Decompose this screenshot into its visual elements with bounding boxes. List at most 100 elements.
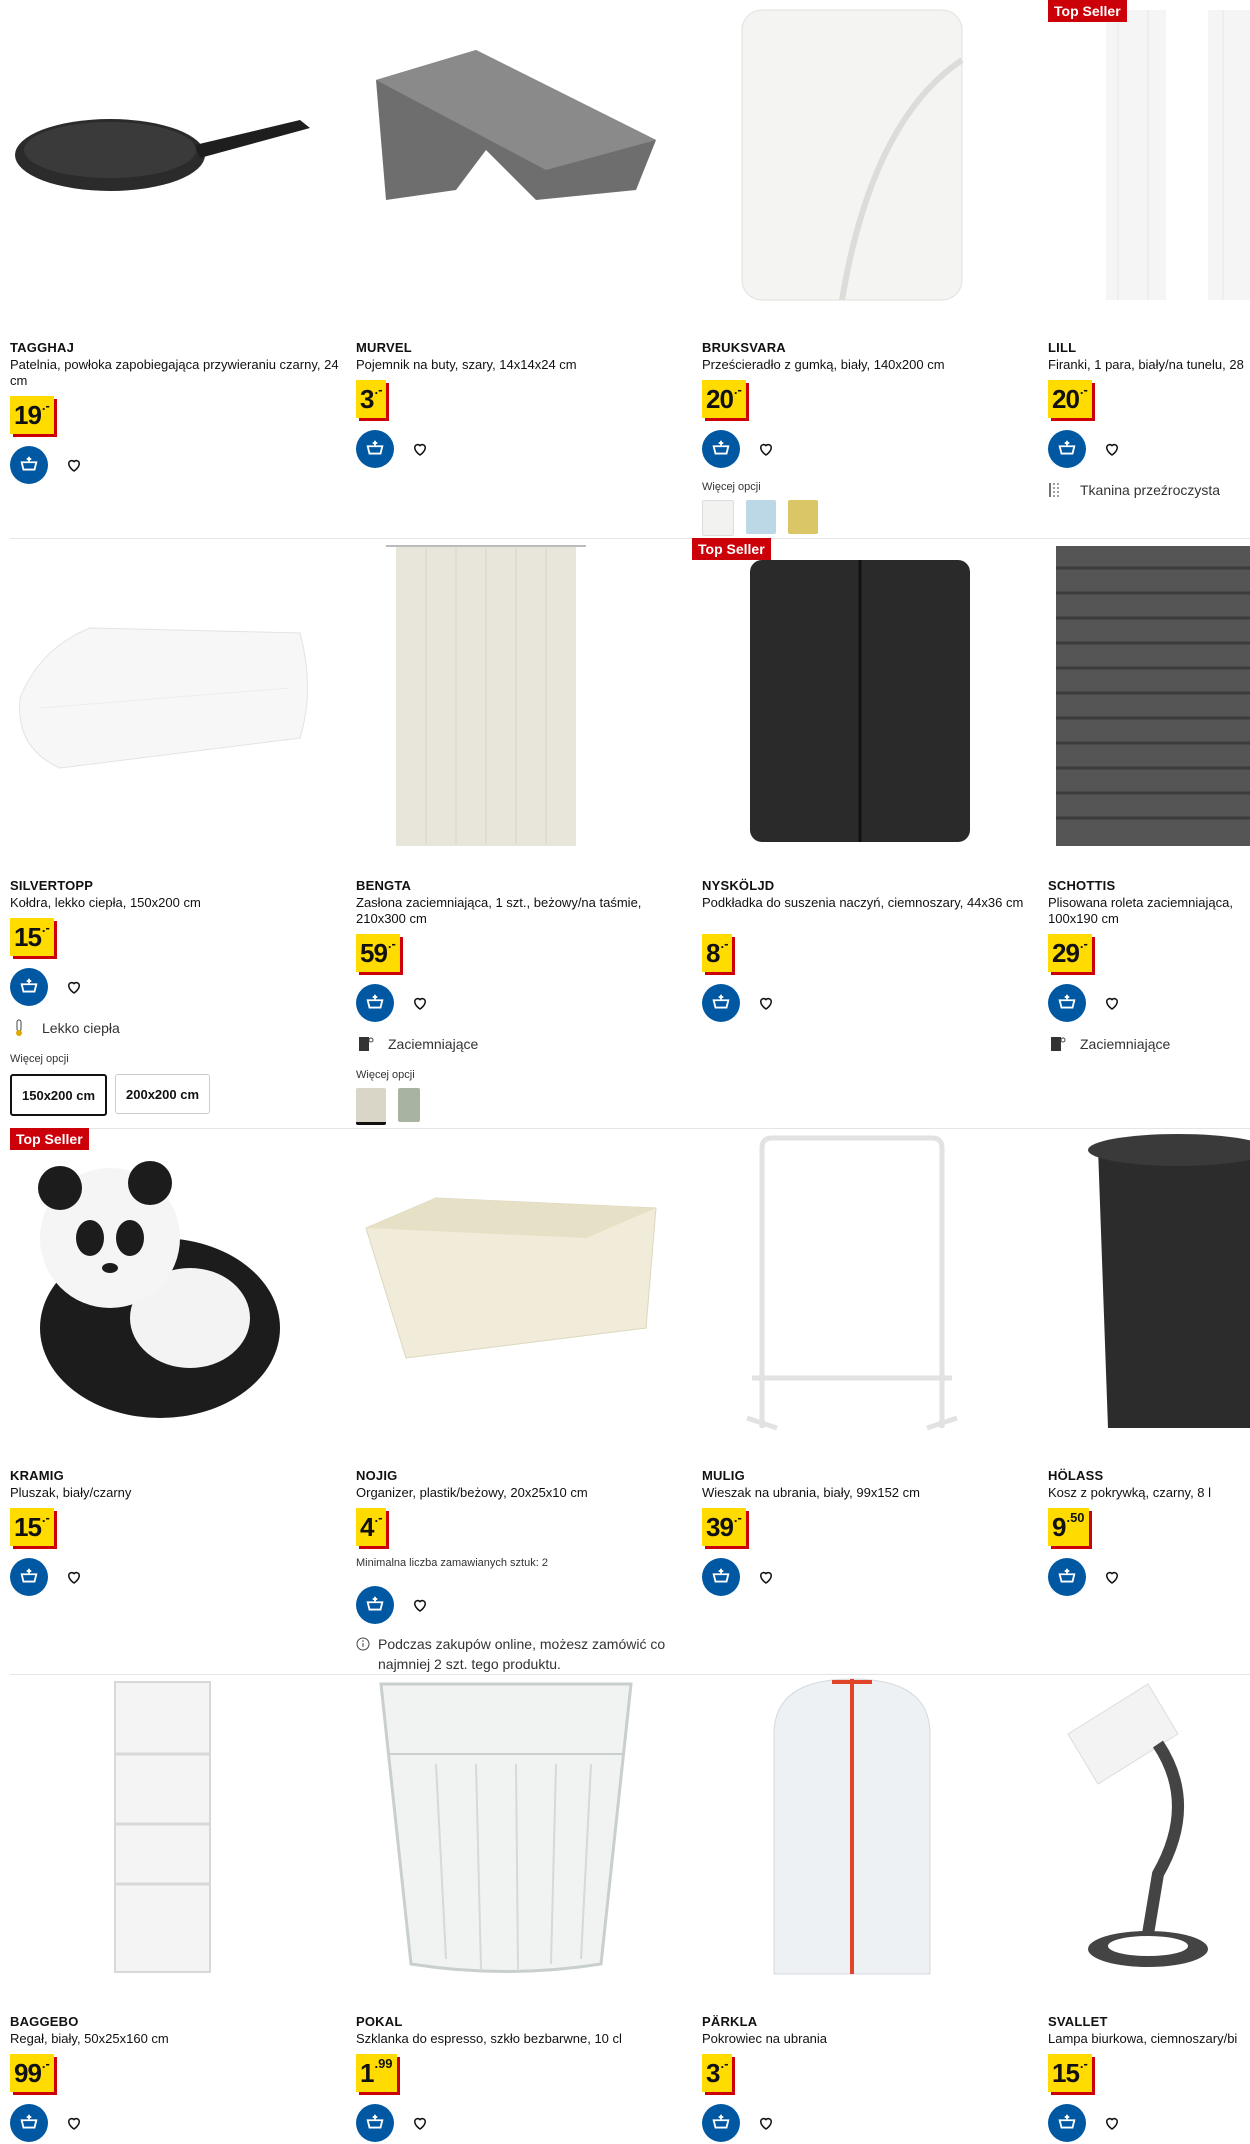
- product-description[interactable]: Zasłona zaciemniająca, 1 szt., beżowy/na…: [356, 895, 686, 927]
- add-to-wishlist-button[interactable]: [1102, 993, 1122, 1013]
- product-description[interactable]: Regał, biały, 50x25x160 cm: [10, 2031, 340, 2047]
- product-card[interactable]: BAGGEBO Regał, biały, 50x25x160 cm 99 .-: [0, 1674, 346, 2144]
- product-image[interactable]: [346, 0, 666, 320]
- product-card[interactable]: Top Seller LILL Firanki, 1 para, biały/n…: [1038, 0, 1250, 530]
- swatch-white[interactable]: [702, 500, 734, 536]
- add-to-cart-button[interactable]: [1048, 430, 1086, 468]
- product-description[interactable]: Kołdra, lekko ciepła, 150x200 cm: [10, 895, 340, 911]
- add-to-cart-button[interactable]: [10, 968, 48, 1006]
- add-to-wishlist-button[interactable]: [64, 977, 84, 997]
- product-description[interactable]: Prześcieradło z gumką, biały, 140x200 cm: [702, 357, 1032, 373]
- add-to-cart-button[interactable]: [1048, 984, 1086, 1022]
- product-card[interactable]: Top Seller NYSKÖLJD Podkładka do suszeni…: [692, 538, 1038, 1128]
- add-to-wishlist-button[interactable]: [410, 993, 430, 1013]
- product-image[interactable]: [692, 1674, 1012, 1984]
- add-to-wishlist-button[interactable]: [64, 2113, 84, 2133]
- product-name[interactable]: SILVERTOPP: [10, 878, 93, 893]
- product-image[interactable]: [0, 1128, 320, 1448]
- add-to-wishlist-button[interactable]: [1102, 1567, 1122, 1587]
- product-name[interactable]: BENGTA: [356, 878, 411, 893]
- product-name[interactable]: KRAMIG: [10, 1468, 64, 1483]
- product-card[interactable]: BRUKSVARA Prześcieradło z gumką, biały, …: [692, 0, 1038, 536]
- add-to-cart-button[interactable]: [702, 984, 740, 1022]
- product-name[interactable]: PÄRKLA: [702, 2014, 757, 2029]
- add-to-cart-button[interactable]: [356, 984, 394, 1022]
- product-name[interactable]: POKAL: [356, 2014, 403, 2029]
- product-description[interactable]: Patelnia, powłoka zapobiegająca przywier…: [10, 357, 340, 389]
- product-card[interactable]: NOJIG Organizer, plastik/beżowy, 20x25x1…: [346, 1128, 692, 1674]
- add-to-cart-button[interactable]: [356, 1586, 394, 1624]
- product-image[interactable]: [692, 538, 1012, 858]
- add-to-wishlist-button[interactable]: [1102, 2113, 1122, 2133]
- swatch-beige[interactable]: [356, 1088, 386, 1125]
- product-name[interactable]: SCHOTTIS: [1048, 878, 1115, 893]
- product-description[interactable]: Szklanka do espresso, szkło bezbarwne, 1…: [356, 2031, 686, 2047]
- add-to-wishlist-button[interactable]: [64, 455, 84, 475]
- product-description[interactable]: Pokrowiec na ubrania: [702, 2031, 1032, 2047]
- add-to-cart-button[interactable]: [10, 2104, 48, 2142]
- product-card[interactable]: BENGTA Zasłona zaciemniająca, 1 szt., be…: [346, 538, 692, 1128]
- product-name[interactable]: BRUKSVARA: [702, 340, 786, 355]
- add-to-cart-button[interactable]: [1048, 2104, 1086, 2142]
- product-description[interactable]: Pojemnik na buty, szary, 14x14x24 cm: [356, 357, 686, 373]
- product-card[interactable]: SCHOTTIS Plisowana roleta zaciemniająca,…: [1038, 538, 1250, 1128]
- add-to-cart-button[interactable]: [10, 446, 48, 484]
- product-name[interactable]: NYSKÖLJD: [702, 878, 774, 893]
- product-description[interactable]: Plisowana roleta zaciemniająca, 100x190 …: [1048, 895, 1248, 927]
- add-to-wishlist-button[interactable]: [410, 2113, 430, 2133]
- product-image[interactable]: [346, 1674, 666, 1984]
- add-to-cart-button[interactable]: [356, 2104, 394, 2142]
- product-name[interactable]: MULIG: [702, 1468, 745, 1483]
- product-name[interactable]: MURVEL: [356, 340, 412, 355]
- product-image[interactable]: [0, 0, 320, 320]
- add-to-wishlist-button[interactable]: [1102, 439, 1122, 459]
- product-name[interactable]: TAGGHAJ: [10, 340, 74, 355]
- add-to-wishlist-button[interactable]: [756, 993, 776, 1013]
- add-to-wishlist-button[interactable]: [410, 1595, 430, 1615]
- product-description[interactable]: Podkładka do suszenia naczyń, ciemnoszar…: [702, 895, 1032, 911]
- add-to-cart-button[interactable]: [702, 430, 740, 468]
- product-card[interactable]: SILVERTOPP Kołdra, lekko ciepła, 150x200…: [0, 538, 346, 1128]
- swatch-yellow[interactable]: [788, 500, 818, 534]
- product-card[interactable]: TAGGHAJ Patelnia, powłoka zapobiegająca …: [0, 0, 346, 530]
- product-description[interactable]: Organizer, plastik/beżowy, 20x25x10 cm: [356, 1485, 686, 1501]
- add-to-cart-button[interactable]: [356, 430, 394, 468]
- product-card[interactable]: Top Seller KRAMIG Pluszak, biały/czarny …: [0, 1128, 346, 1674]
- add-to-wishlist-button[interactable]: [756, 1567, 776, 1587]
- add-to-wishlist-button[interactable]: [64, 1567, 84, 1587]
- product-card[interactable]: HÖLASS Kosz z pokrywką, czarny, 8 l 9.50: [1038, 1128, 1250, 1674]
- product-image[interactable]: [692, 0, 1012, 320]
- product-image[interactable]: [1038, 1674, 1250, 1984]
- product-image[interactable]: [0, 538, 320, 858]
- add-to-cart-button[interactable]: [702, 1558, 740, 1596]
- add-to-cart-button[interactable]: [702, 2104, 740, 2142]
- product-name[interactable]: LILL: [1048, 340, 1076, 355]
- add-to-wishlist-button[interactable]: [756, 2113, 776, 2133]
- product-image[interactable]: [1038, 1128, 1250, 1448]
- product-image[interactable]: [1038, 538, 1250, 858]
- product-card[interactable]: MURVEL Pojemnik na buty, szary, 14x14x24…: [346, 0, 692, 530]
- product-name[interactable]: SVALLET: [1048, 2014, 1108, 2029]
- product-name[interactable]: BAGGEBO: [10, 2014, 79, 2029]
- add-to-wishlist-button[interactable]: [756, 439, 776, 459]
- product-card[interactable]: PÄRKLA Pokrowiec na ubrania 3 .-: [692, 1674, 1038, 2144]
- product-image[interactable]: [0, 1674, 320, 1984]
- product-name[interactable]: NOJIG: [356, 1468, 397, 1483]
- add-to-wishlist-button[interactable]: [410, 439, 430, 459]
- size-option-150x200[interactable]: 150x200 cm: [10, 1074, 108, 1116]
- product-description[interactable]: Firanki, 1 para, biały/na tunelu, 28: [1048, 357, 1248, 373]
- product-card[interactable]: SVALLET Lampa biurkowa, ciemnoszary/bi 1…: [1038, 1674, 1250, 2144]
- swatch-blue[interactable]: [746, 500, 776, 534]
- add-to-cart-button[interactable]: [1048, 1558, 1086, 1596]
- swatch-green[interactable]: [398, 1088, 420, 1122]
- product-image[interactable]: [346, 1128, 666, 1448]
- add-to-cart-button[interactable]: [10, 1558, 48, 1596]
- product-card[interactable]: MULIG Wieszak na ubrania, biały, 99x152 …: [692, 1128, 1038, 1674]
- product-card[interactable]: POKAL Szklanka do espresso, szkło bezbar…: [346, 1674, 692, 2144]
- product-image[interactable]: [346, 538, 666, 858]
- product-description[interactable]: Wieszak na ubrania, biały, 99x152 cm: [702, 1485, 1032, 1501]
- product-description[interactable]: Lampa biurkowa, ciemnoszary/bi: [1048, 2031, 1248, 2047]
- product-name[interactable]: HÖLASS: [1048, 1468, 1103, 1483]
- product-description[interactable]: Pluszak, biały/czarny: [10, 1485, 340, 1501]
- size-option-200x200[interactable]: 200x200 cm: [115, 1074, 211, 1114]
